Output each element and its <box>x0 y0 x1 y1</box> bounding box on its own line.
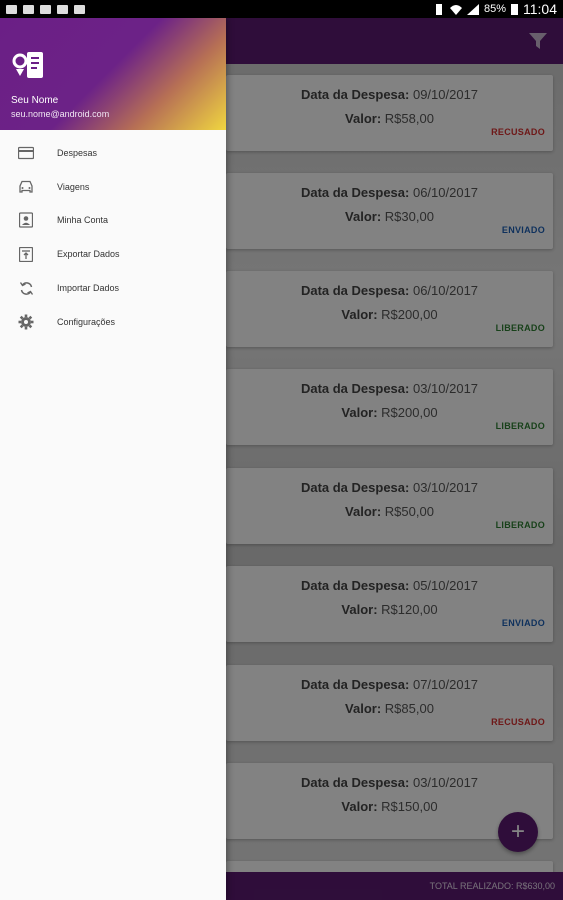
battery-icon <box>511 4 518 15</box>
vibrate-icon <box>435 3 442 15</box>
menu-item-label: Despesas <box>57 147 98 158</box>
gear-icon <box>18 314 34 330</box>
image-icon <box>40 4 51 14</box>
play-icon <box>57 4 68 14</box>
status-bar: 85% 11:04 <box>0 0 563 18</box>
menu-item-label: Configurações <box>57 316 116 327</box>
car-icon <box>18 179 34 195</box>
play-store-icon <box>74 4 85 14</box>
menu-item-label: Exportar Dados <box>57 249 120 260</box>
menu-item-configuracoes[interactable]: Configurações <box>0 305 226 339</box>
user-email: seu.nome@android.com <box>11 109 110 119</box>
menu-item-label: Viagens <box>57 181 90 192</box>
account-icon <box>18 212 34 229</box>
app-logo-icon <box>12 52 43 78</box>
export-icon <box>18 246 34 262</box>
drawer-menu: Despesas Viagens Minha Conta Exportar Da… <box>0 136 226 339</box>
notification-icon <box>6 4 17 14</box>
notification-icons <box>6 4 85 14</box>
battery-percent: 85% <box>483 3 506 15</box>
menu-item-label: Minha Conta <box>57 215 109 226</box>
wifi-icon <box>449 4 462 15</box>
user-name: Seu Nome <box>11 95 59 106</box>
card-icon <box>18 145 34 161</box>
menu-item-exportar-dados[interactable]: Exportar Dados <box>0 237 226 271</box>
drawer-header: Seu Nome seu.nome@android.com <box>0 18 226 130</box>
clock: 11:04 <box>523 1 557 17</box>
menu-item-label: Importar Dados <box>57 283 120 294</box>
menu-item-importar-dados[interactable]: Importar Dados <box>0 271 226 305</box>
menu-item-viagens[interactable]: Viagens <box>0 170 226 204</box>
signal-icon <box>466 3 479 15</box>
menu-item-minha-conta[interactable]: Minha Conta <box>0 204 226 238</box>
menu-item-despesas[interactable]: Despesas <box>0 136 226 170</box>
usb-icon <box>23 4 34 14</box>
navigation-drawer: Seu Nome seu.nome@android.com Despesas V… <box>0 18 226 900</box>
sync-icon <box>18 280 34 296</box>
